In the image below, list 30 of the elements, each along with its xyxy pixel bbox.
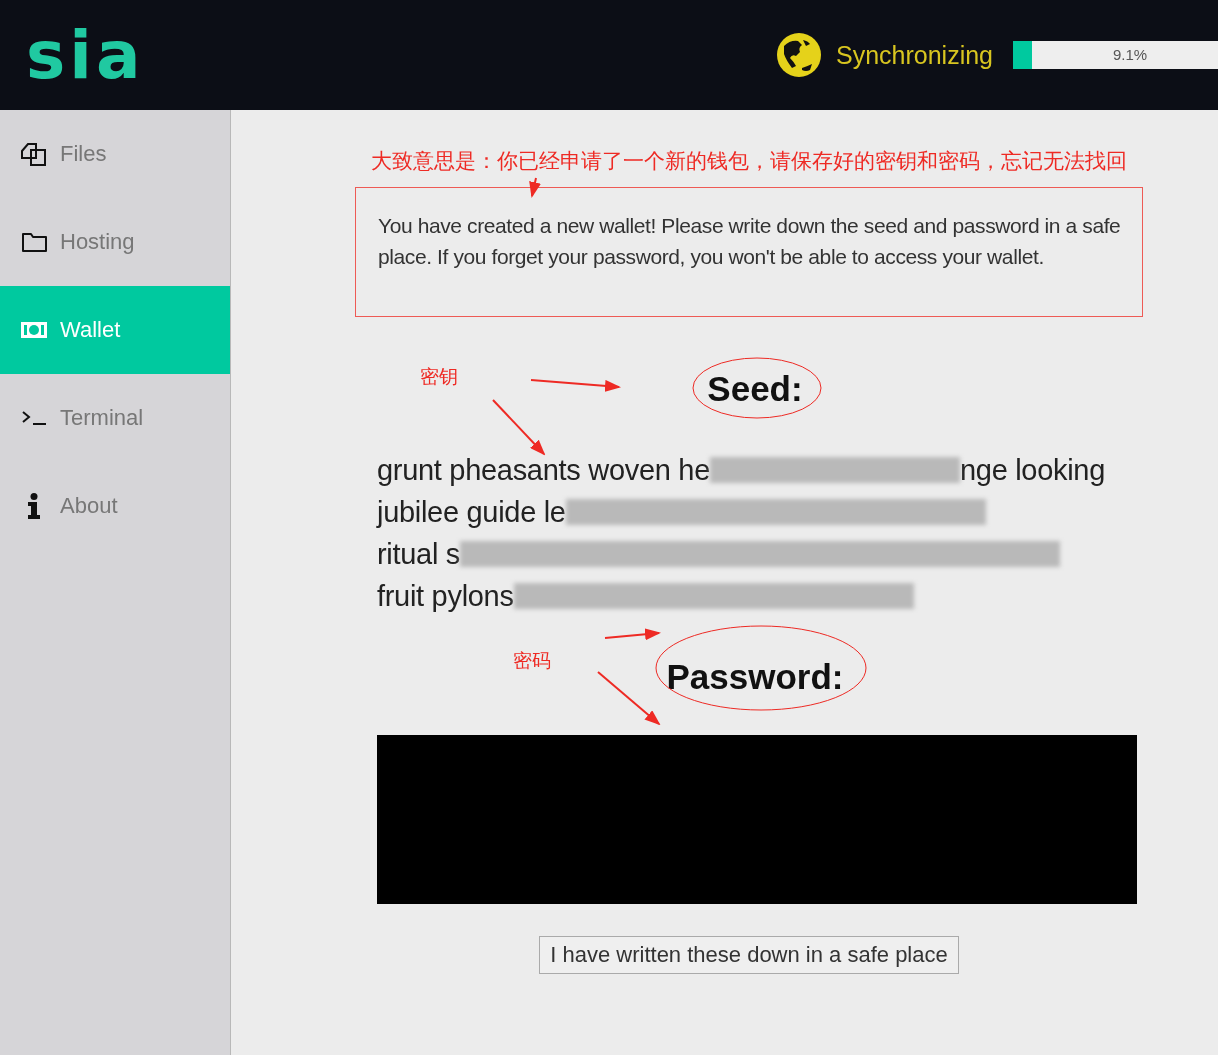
sidebar-item[interactable]: Wallet [0, 286, 230, 374]
seed-text: jubilee guide le [377, 495, 566, 529]
seed-text: nge looking [960, 453, 1106, 487]
annotation-note: 大致意思是：你已经申请了一个新的钱包，请保存好的密钥和密码，忘记无法找回 [371, 148, 1128, 174]
globe-icon [775, 32, 822, 78]
sidebar-item[interactable]: Terminal [0, 374, 230, 462]
annotation-label: 密码 [513, 649, 551, 673]
annotation-label: 密钥 [420, 365, 458, 389]
annotation-arrow [597, 671, 661, 726]
files-icon [20, 141, 48, 167]
folder-icon [20, 231, 48, 253]
banknote-icon [20, 321, 48, 339]
annotation-arrow [492, 399, 546, 456]
terminal-icon [21, 410, 47, 426]
sync-status: Synchronizing [835, 40, 993, 70]
sidebar-item[interactable]: About [0, 462, 230, 550]
sidebar-item[interactable]: Files [0, 110, 230, 198]
seed-text: fruit pylons [377, 579, 514, 613]
seed-heading: Seed: [707, 369, 803, 409]
confirm-button[interactable]: I have written these down in a safe place [539, 936, 959, 974]
logo: sia [26, 16, 145, 94]
message-text: You have created a new wallet! Please write down the seed and password in a safe place. If you forget your password, you won't be able to access your wallet. [378, 213, 1122, 270]
info-icon [27, 493, 41, 519]
progress-label: 9.1% [1113, 46, 1148, 63]
seed-text: ritual s [377, 537, 460, 571]
annotation-arrow [529, 177, 541, 198]
annotation-arrow [604, 628, 661, 641]
seed-text: grunt pheasants woven he [377, 453, 710, 487]
password-heading: Password: [666, 657, 844, 697]
sidebar-item[interactable]: Hosting [0, 198, 230, 286]
